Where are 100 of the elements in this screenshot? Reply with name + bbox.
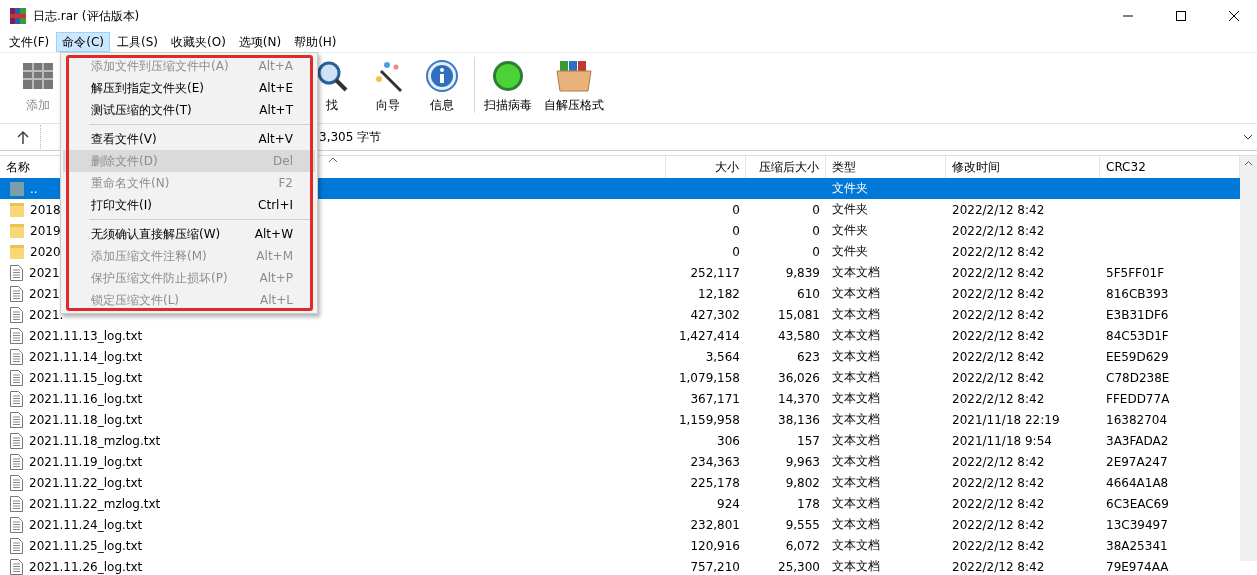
text-file-icon	[10, 537, 23, 554]
text-file-icon	[10, 285, 23, 302]
file-name: 2019	[29, 222, 62, 240]
table-cell: 234,363	[690, 454, 740, 469]
text-file-icon	[10, 495, 23, 512]
menu-item[interactable]: 命令(C)	[56, 32, 110, 52]
app-icon	[10, 8, 26, 24]
menu-item[interactable]: 收藏夹(O)	[165, 32, 232, 52]
table-cell: 5F5FF01F	[1106, 265, 1165, 280]
table-cell: 文件夹	[832, 243, 868, 260]
table-cell: 0	[812, 202, 820, 217]
table-cell: 2022/2/12 8:42	[952, 349, 1045, 364]
toolbar-button[interactable]: 向导	[366, 57, 410, 116]
table-cell: 2022/2/12 8:42	[952, 496, 1045, 511]
close-icon	[1229, 11, 1239, 21]
table-cell: 文本文档	[832, 453, 880, 470]
file-name: 2021.11.14_log.txt	[28, 348, 144, 366]
dropdown-caret-icon[interactable]	[1243, 134, 1253, 140]
table-cell: 1,079,158	[678, 370, 740, 385]
path-field[interactable]: 3,305 字节	[319, 128, 1243, 146]
table-cell: FFEDD77A	[1106, 391, 1170, 406]
text-file-icon	[10, 327, 23, 344]
menu-option[interactable]: 测试压缩的文件(T) Alt+T	[63, 99, 315, 121]
table-cell: 文本文档	[832, 264, 880, 281]
table-cell: 232,801	[690, 517, 740, 532]
file-name: 2021	[28, 264, 61, 282]
file-name: 2021.11.13_log.txt	[28, 327, 144, 345]
menu-option[interactable]: 无须确认直接解压缩(W) Alt+W	[63, 223, 315, 245]
table-cell: 文本文档	[832, 285, 880, 302]
file-name: 2021.11.18_mzlog.txt	[28, 432, 162, 450]
table-cell: 文本文档	[832, 432, 880, 449]
file-name: 2021.11.22_mzlog.txt	[28, 495, 162, 513]
toolbar-button[interactable]: 找	[312, 57, 352, 116]
text-file-icon	[10, 432, 23, 449]
menu-option[interactable]: 打印文件(I) Ctrl+I	[63, 194, 315, 216]
text-file-icon	[10, 348, 23, 365]
table-cell: 9,963	[785, 454, 820, 469]
table-cell: 6C3EAC69	[1106, 496, 1169, 511]
table-cell: 文件夹	[832, 180, 868, 197]
table-cell: 文件夹	[832, 201, 868, 218]
maximize-icon	[1176, 11, 1186, 21]
file-name: 2020	[29, 243, 62, 261]
table-cell: 120,916	[690, 538, 740, 553]
table-cell: 文本文档	[832, 369, 880, 386]
table-cell: 15,081	[778, 307, 820, 322]
table-cell: 0	[732, 223, 740, 238]
text-file-icon	[10, 264, 23, 281]
menu-item[interactable]: 帮助(H)	[288, 32, 343, 52]
table-cell: 3A3FADA2	[1106, 433, 1169, 448]
toolbar-button[interactable]: 信息	[420, 57, 464, 116]
table-cell: 252,117	[690, 265, 740, 280]
menu-option[interactable]: 解压到指定文件夹(E) Alt+E	[63, 77, 315, 99]
table-cell: 9,839	[785, 265, 820, 280]
table-cell: 225,178	[690, 475, 740, 490]
table-cell: 文件夹	[832, 222, 868, 239]
file-name: 2021.11.26_log.txt	[28, 558, 144, 575]
table-cell: 2022/2/12 8:42	[952, 223, 1045, 238]
file-name: 2021.11.24_log.txt	[28, 516, 144, 534]
window-title: 日志.rar (评估版本)	[33, 7, 141, 25]
table-cell: 9,555	[785, 517, 820, 532]
file-name: 2021.11.16_log.txt	[28, 390, 144, 408]
text-file-icon	[10, 390, 23, 407]
table-cell: 13C39497	[1106, 517, 1168, 532]
table-cell: 1,159,958	[678, 412, 740, 427]
file-name: 2018	[29, 201, 62, 219]
table-cell: 2022/2/12 8:42	[952, 538, 1045, 553]
table-cell: 2022/2/12 8:42	[952, 307, 1045, 322]
file-name: 2021.11.22_log.txt	[28, 474, 144, 492]
scrollbar[interactable]	[1240, 156, 1257, 561]
menu-item[interactable]: 选项(N)	[232, 32, 288, 52]
bug-icon	[491, 59, 525, 93]
menu-option[interactable]: 查看文件(V) Alt+V	[63, 128, 315, 150]
menu-item[interactable]: 工具(S)	[111, 32, 164, 52]
table-cell: 2021/11/18 9:54	[952, 433, 1052, 448]
table-cell: 2E97A247	[1106, 454, 1168, 469]
scroll-up-icon[interactable]	[1244, 160, 1253, 166]
table-cell: E3B31DF6	[1106, 307, 1169, 322]
box-icon	[554, 59, 594, 93]
table-cell: 25,300	[778, 559, 820, 574]
menu-item[interactable]: 文件(F)	[3, 32, 56, 52]
table-cell: 43,580	[778, 328, 820, 343]
table-cell: 38A25341	[1106, 538, 1168, 553]
file-name: 2021.11.19_log.txt	[28, 453, 144, 471]
table-cell: 623	[797, 349, 820, 364]
table-cell: 36,026	[778, 370, 820, 385]
table-cell: 0	[732, 244, 740, 259]
toolbar-button[interactable]: 自解压格式	[541, 57, 607, 116]
table-cell: 2021/11/18 22:19	[952, 412, 1060, 427]
up-arrow-icon	[17, 130, 29, 144]
file-name: 2021	[28, 285, 61, 303]
table-cell: 2022/2/12 8:42	[952, 517, 1045, 532]
table-cell: 文本文档	[832, 474, 880, 491]
table-cell: 2022/2/12 8:42	[952, 559, 1045, 574]
table-cell: 924	[717, 496, 740, 511]
folder-icon	[10, 201, 24, 218]
file-name: 2021.11.25_log.txt	[28, 537, 144, 555]
toolbar-button[interactable]: 扫描病毒	[479, 57, 537, 116]
text-file-icon	[10, 306, 23, 323]
table-cell: 157	[797, 433, 820, 448]
text-file-icon	[10, 474, 23, 491]
